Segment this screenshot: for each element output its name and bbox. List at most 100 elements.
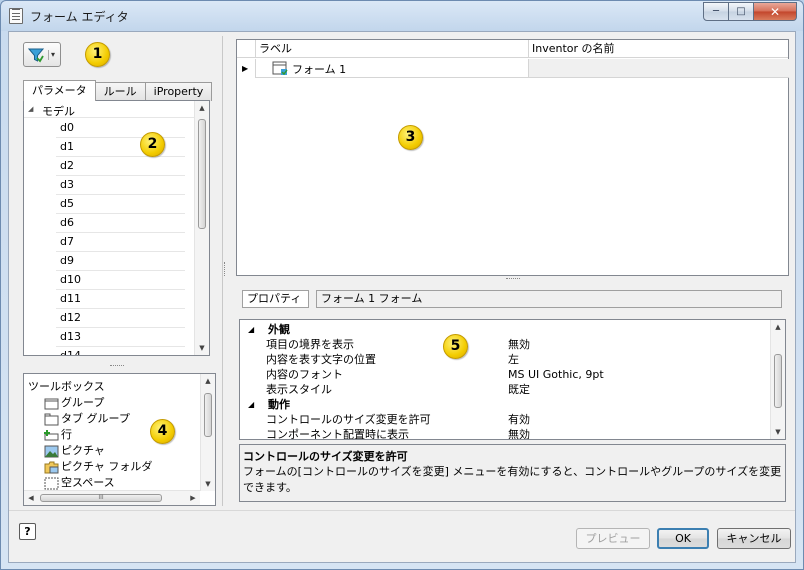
- parameter-item-d0[interactable]: d0: [56, 119, 185, 138]
- grid-cell-label-text: フォーム 1: [292, 63, 347, 76]
- grid-row-form1[interactable]: ▶ フォーム 1: [237, 59, 789, 78]
- parameter-item-d13[interactable]: d13: [56, 328, 185, 347]
- toolbox-horizontal-scrollbar[interactable]: ◀ III ▶: [24, 490, 200, 505]
- property-row-label-position[interactable]: 内容を表す文字の位置 左: [240, 352, 771, 367]
- filter-icon: [28, 48, 44, 63]
- property-row-show-on-place[interactable]: コンポーネント配置時に表示 無効: [240, 427, 771, 440]
- callout-3: 3: [398, 125, 423, 150]
- toolbox-item-group[interactable]: グループ: [44, 395, 104, 410]
- minimize-button[interactable]: ─: [703, 2, 729, 21]
- collapse-arrow-icon[interactable]: ◢: [248, 322, 254, 337]
- property-value[interactable]: 無効: [508, 427, 530, 439]
- property-name: コントロールのサイズ変更を許可: [266, 413, 431, 426]
- parameter-item-d2[interactable]: d2: [56, 157, 185, 176]
- column-header-inventor-name[interactable]: Inventor の名前: [528, 40, 789, 58]
- window-title: フォーム エディタ: [30, 10, 129, 24]
- property-value[interactable]: MS UI Gothic, 9pt: [508, 367, 604, 382]
- parameter-item-d5[interactable]: d5: [56, 195, 185, 214]
- vertical-splitter-grip[interactable]: [224, 262, 227, 276]
- property-row-allow-resize[interactable]: コントロールのサイズ変更を許可 有効: [240, 412, 771, 427]
- scroll-up-arrow-icon[interactable]: ▲: [201, 374, 215, 388]
- parameter-item-d12[interactable]: d12: [56, 309, 185, 328]
- form-tree-grid[interactable]: ラベル Inventor の名前 ▶ フォーム 1: [236, 39, 789, 276]
- parameter-item-d11[interactable]: d11: [56, 290, 185, 309]
- callout-5: 5: [443, 334, 468, 359]
- left-panel: ▾ 1 パラメータ ルール iProperty ◢ モデル d0 d1 d2 d…: [15, 36, 219, 506]
- parameter-item-d14[interactable]: d14: [56, 347, 185, 355]
- scroll-down-arrow-icon[interactable]: ▼: [771, 425, 785, 439]
- toolbox-item-label: グループ: [61, 396, 105, 409]
- scrollbar-thumb[interactable]: [198, 119, 206, 229]
- tab-iproperty[interactable]: iProperty: [144, 82, 213, 101]
- scroll-up-arrow-icon[interactable]: ▲: [195, 101, 209, 115]
- preview-button[interactable]: プレビュー: [576, 528, 650, 549]
- property-category-appearance[interactable]: ◢ 外観: [240, 322, 771, 337]
- property-grid-scrollbar[interactable]: ▲ ▼: [770, 320, 785, 439]
- property-row-display-style[interactable]: 表示スタイル 既定: [240, 382, 771, 397]
- filter-dropdown-button[interactable]: ▾: [23, 42, 61, 67]
- property-grid[interactable]: ◢ 外観 項目の境界を表示 無効 内容を表す文字の位置 左 内容のフォント MS…: [239, 319, 786, 440]
- parameter-tree[interactable]: ◢ モデル d0 d1 d2 d3 d5 d6 d7 d9 d10 d11 d1…: [23, 100, 210, 356]
- empty-space-icon: [44, 477, 59, 489]
- callout-4: 4: [150, 419, 175, 444]
- toolbox-item-tab-group[interactable]: タブ グループ: [44, 411, 130, 426]
- grid-cell-label[interactable]: フォーム 1: [255, 59, 528, 78]
- dialog-client-area: ▾ 1 パラメータ ルール iProperty ◢ モデル d0 d1 d2 d…: [8, 31, 796, 563]
- maximize-button[interactable]: □: [729, 2, 754, 21]
- scrollbar-thumb-horizontal[interactable]: III: [40, 494, 162, 502]
- property-category-behavior[interactable]: ◢ 動作: [240, 397, 771, 412]
- toolbox-item-label: ピクチャ フォルダ: [61, 460, 153, 473]
- property-value[interactable]: 無効: [508, 337, 530, 352]
- parameter-item-d6[interactable]: d6: [56, 214, 185, 233]
- column-header-label[interactable]: ラベル: [255, 40, 528, 58]
- scroll-down-arrow-icon[interactable]: ▼: [201, 477, 215, 491]
- title-bar[interactable]: フォーム エディタ ─ □ ✕: [1, 1, 803, 31]
- parameter-scrollbar[interactable]: ▲ ▼: [194, 101, 209, 355]
- scroll-left-arrow-icon[interactable]: ◀: [24, 491, 38, 505]
- collapse-arrow-icon[interactable]: ◢: [248, 397, 254, 412]
- help-button[interactable]: ?: [19, 523, 36, 540]
- tree-group-model[interactable]: ◢ モデル: [24, 101, 194, 118]
- toolbox-item-picture-folder[interactable]: ピクチャ フォルダ: [44, 459, 152, 474]
- scrollbar-thumb[interactable]: [204, 393, 212, 437]
- picture-folder-icon: [44, 461, 59, 473]
- property-value[interactable]: 有効: [508, 412, 530, 427]
- collapse-arrow-icon[interactable]: ◢: [28, 105, 33, 113]
- tab-parameters[interactable]: パラメータ: [23, 80, 96, 101]
- horizontal-splitter-grip[interactable]: [110, 365, 124, 368]
- close-button[interactable]: ✕: [754, 2, 797, 21]
- parameter-item-d9[interactable]: d9: [56, 252, 185, 271]
- row-icon: [44, 429, 59, 440]
- grid-cell-inventor-name[interactable]: [528, 59, 789, 78]
- window-controls: ─ □ ✕: [703, 2, 797, 21]
- toolbox-title: ツールボックス: [28, 380, 105, 393]
- ok-button[interactable]: OK: [657, 528, 709, 549]
- property-value[interactable]: 左: [508, 352, 519, 367]
- toolbox-item-row[interactable]: 行: [44, 427, 72, 442]
- grid-splitter-grip[interactable]: [506, 278, 520, 281]
- property-row-show-item-borders[interactable]: 項目の境界を表示 無効: [240, 337, 771, 352]
- tab-rules[interactable]: ルール: [94, 82, 146, 101]
- toolbox-item-empty-space[interactable]: 空スペース: [44, 475, 115, 490]
- property-row-font[interactable]: 内容のフォント MS UI Gothic, 9pt: [240, 367, 771, 382]
- parameter-item-d1[interactable]: d1: [56, 138, 185, 157]
- description-title: コントロールのサイズ変更を許可: [243, 450, 408, 463]
- toolbox-vertical-scrollbar[interactable]: ▲ ▼: [200, 374, 215, 491]
- vertical-splitter[interactable]: [222, 36, 223, 506]
- scrollbar-thumb[interactable]: [774, 354, 782, 408]
- property-description-panel: コントロールのサイズ変更を許可 フォームの[コントロールのサイズを変更] メニュ…: [239, 444, 786, 502]
- property-name: コンポーネント配置時に表示: [266, 428, 409, 440]
- parameter-item-d7[interactable]: d7: [56, 233, 185, 252]
- picture-icon: [44, 445, 59, 457]
- parameter-item-d3[interactable]: d3: [56, 176, 185, 195]
- scroll-right-arrow-icon[interactable]: ▶: [186, 491, 200, 505]
- cancel-button[interactable]: キャンセル: [717, 528, 791, 549]
- scroll-up-arrow-icon[interactable]: ▲: [771, 320, 785, 334]
- property-value[interactable]: 既定: [508, 382, 530, 397]
- parameter-item-d10[interactable]: d10: [56, 271, 185, 290]
- toolbox-panel: ツールボックス グループ タブ グループ 行 ピクチャ ピクチャ フォルダ 空ス…: [23, 373, 216, 506]
- grid-header: ラベル Inventor の名前: [237, 40, 788, 58]
- toolbox-item-picture[interactable]: ピクチャ: [44, 443, 105, 458]
- scroll-down-arrow-icon[interactable]: ▼: [195, 341, 209, 355]
- toolbox-item-label: 行: [61, 428, 72, 441]
